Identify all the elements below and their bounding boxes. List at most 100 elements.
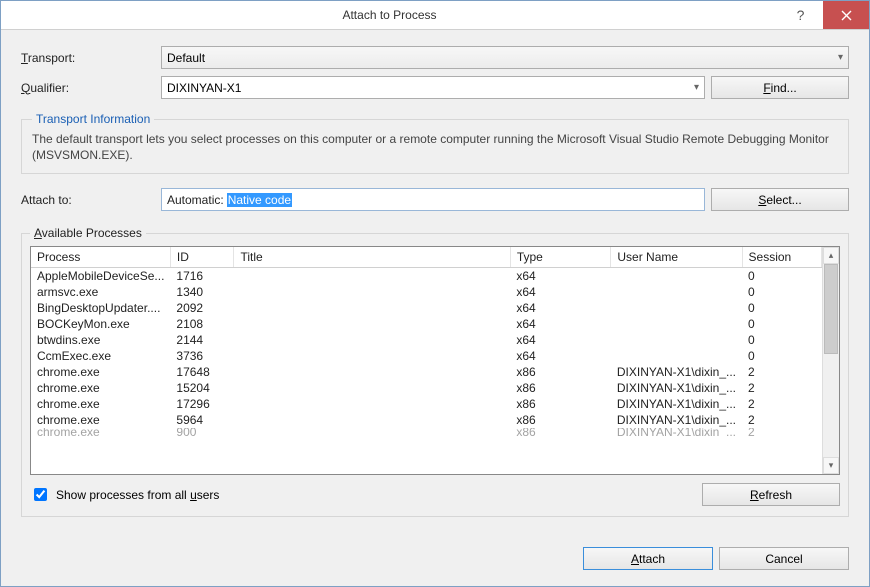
cell-id: 1340 <box>170 284 234 300</box>
col-type[interactable]: Type <box>510 247 611 268</box>
table-row[interactable]: chrome.exe17296 x86DIXINYAN-X1\dixin_...2 <box>31 396 822 412</box>
cell-session: 0 <box>742 300 821 316</box>
cell-id: 17296 <box>170 396 234 412</box>
cell-type: x64 <box>510 316 611 332</box>
table-row[interactable]: btwdins.exe2144x640 <box>31 332 822 348</box>
cell-type: x64 <box>510 348 611 364</box>
refresh-button[interactable]: Refresh <box>702 483 840 506</box>
cell-id: 17648 <box>170 364 234 380</box>
attach-to-field[interactable]: Automatic: Native code <box>161 188 705 211</box>
window-controls: ? <box>778 1 869 29</box>
cell-title <box>234 332 510 348</box>
cell-user: DIXINYAN-X1\dixin_... <box>611 396 742 412</box>
dialog-content: Transport: Default ▾ Qualifier: DIXINYAN… <box>1 30 869 537</box>
table-header-row[interactable]: Process ID Title Type User Name Session <box>31 247 822 268</box>
col-title[interactable]: Title <box>234 247 510 268</box>
cell-type: x86 <box>510 428 611 436</box>
cell-title <box>234 364 510 380</box>
show-all-users-checkbox[interactable]: Show processes from all users <box>30 485 219 504</box>
cell-id: 1716 <box>170 268 234 285</box>
table-row[interactable]: chrome.exe15204x86DIXINYAN-X1\dixin_...2 <box>31 380 822 396</box>
attach-button[interactable]: Attach <box>583 547 713 570</box>
titlebar[interactable]: Attach to Process ? <box>1 1 869 30</box>
chevron-down-icon: ▾ <box>694 82 699 93</box>
cell-type: x64 <box>510 332 611 348</box>
cell-type: x64 <box>510 284 611 300</box>
cell-session: 2 <box>742 412 821 428</box>
cell-title <box>234 348 510 364</box>
cell-type: x64 <box>510 300 611 316</box>
cell-id: 3736 <box>170 348 234 364</box>
table-row[interactable]: chrome.exe5964x86DIXINYAN-X1\dixin_...2 <box>31 412 822 428</box>
available-processes-group: Available Processes Process ID Title Typ… <box>21 226 849 517</box>
close-icon[interactable] <box>823 1 869 29</box>
cell-title <box>234 396 510 412</box>
cell-process: BingDesktopUpdater.... <box>31 300 170 316</box>
transport-combobox[interactable]: Default ▾ <box>161 46 849 69</box>
cell-process: armsvc.exe <box>31 284 170 300</box>
show-all-users-input[interactable] <box>34 488 47 501</box>
cancel-button[interactable]: Cancel <box>719 547 849 570</box>
chevron-down-icon: ▾ <box>838 52 843 63</box>
cell-id: 2108 <box>170 316 234 332</box>
table-row[interactable]: BOCKeyMon.exe2108x640 <box>31 316 822 332</box>
transport-info-text: The default transport lets you select pr… <box>32 132 838 163</box>
cell-title <box>234 316 510 332</box>
cell-process: chrome.exe <box>31 396 170 412</box>
cell-process: chrome.exe <box>31 380 170 396</box>
process-table[interactable]: Process ID Title Type User Name Session … <box>31 247 822 436</box>
cell-id: 5964 <box>170 412 234 428</box>
col-id[interactable]: ID <box>170 247 234 268</box>
cell-user <box>611 300 742 316</box>
qualifier-combobox[interactable]: DIXINYAN-X1 ▾ <box>161 76 705 99</box>
cell-user <box>611 268 742 285</box>
col-process[interactable]: Process <box>31 247 170 268</box>
scroll-down-icon[interactable]: ▾ <box>823 457 839 474</box>
cell-session: 0 <box>742 268 821 285</box>
table-row[interactable]: CcmExec.exe3736x640 <box>31 348 822 364</box>
attach-to-selection: Native code <box>227 193 292 207</box>
col-user[interactable]: User Name <box>611 247 742 268</box>
scroll-thumb[interactable] <box>824 264 838 354</box>
cell-process: chrome.exe <box>31 364 170 380</box>
table-row[interactable]: chrome.exe900x86DIXINYAN-X1\dixin_...2 <box>31 428 822 436</box>
find-button[interactable]: Find... <box>711 76 849 99</box>
cell-session: 0 <box>742 284 821 300</box>
cell-title <box>234 300 510 316</box>
cell-process: chrome.exe <box>31 428 170 436</box>
cell-type: x86 <box>510 396 611 412</box>
cell-session: 0 <box>742 348 821 364</box>
cell-title <box>234 284 510 300</box>
cell-id: 2144 <box>170 332 234 348</box>
cell-id: 15204 <box>170 380 234 396</box>
cell-type: x86 <box>510 412 611 428</box>
transport-label: Transport: <box>21 51 161 65</box>
vertical-scrollbar[interactable]: ▴ ▾ <box>822 247 839 474</box>
cell-session: 2 <box>742 396 821 412</box>
scroll-up-icon[interactable]: ▴ <box>823 247 839 264</box>
help-icon[interactable]: ? <box>778 1 823 29</box>
dialog-footer: Attach Cancel <box>1 537 869 586</box>
scroll-track[interactable] <box>823 264 839 457</box>
dialog-title: Attach to Process <box>1 8 778 22</box>
table-row[interactable]: armsvc.exe1340 x64 0 <box>31 284 822 300</box>
col-session[interactable]: Session <box>742 247 821 268</box>
select-button[interactable]: Select... <box>711 188 849 211</box>
cell-session: 0 <box>742 316 821 332</box>
transport-info-legend: Transport Information <box>32 112 154 126</box>
table-row[interactable]: BingDesktopUpdater....2092x640 <box>31 300 822 316</box>
cell-session: 0 <box>742 332 821 348</box>
cell-user: DIXINYAN-X1\dixin_... <box>611 380 742 396</box>
process-table-container: Process ID Title Type User Name Session … <box>30 246 840 475</box>
table-row[interactable]: AppleMobileDeviceSe...1716x640 <box>31 268 822 285</box>
table-row[interactable]: chrome.exe17648x86DIXINYAN-X1\dixin_...2 <box>31 364 822 380</box>
cell-user <box>611 332 742 348</box>
available-processes-legend: Available Processes <box>30 226 146 240</box>
transport-value: Default <box>167 51 838 65</box>
cell-user: DIXINYAN-X1\dixin_... <box>611 428 742 436</box>
cell-process: AppleMobileDeviceSe... <box>31 268 170 285</box>
cell-session: 2 <box>742 428 821 436</box>
cell-user <box>611 316 742 332</box>
attach-to-label: Attach to: <box>21 193 161 207</box>
qualifier-value: DIXINYAN-X1 <box>167 81 694 95</box>
